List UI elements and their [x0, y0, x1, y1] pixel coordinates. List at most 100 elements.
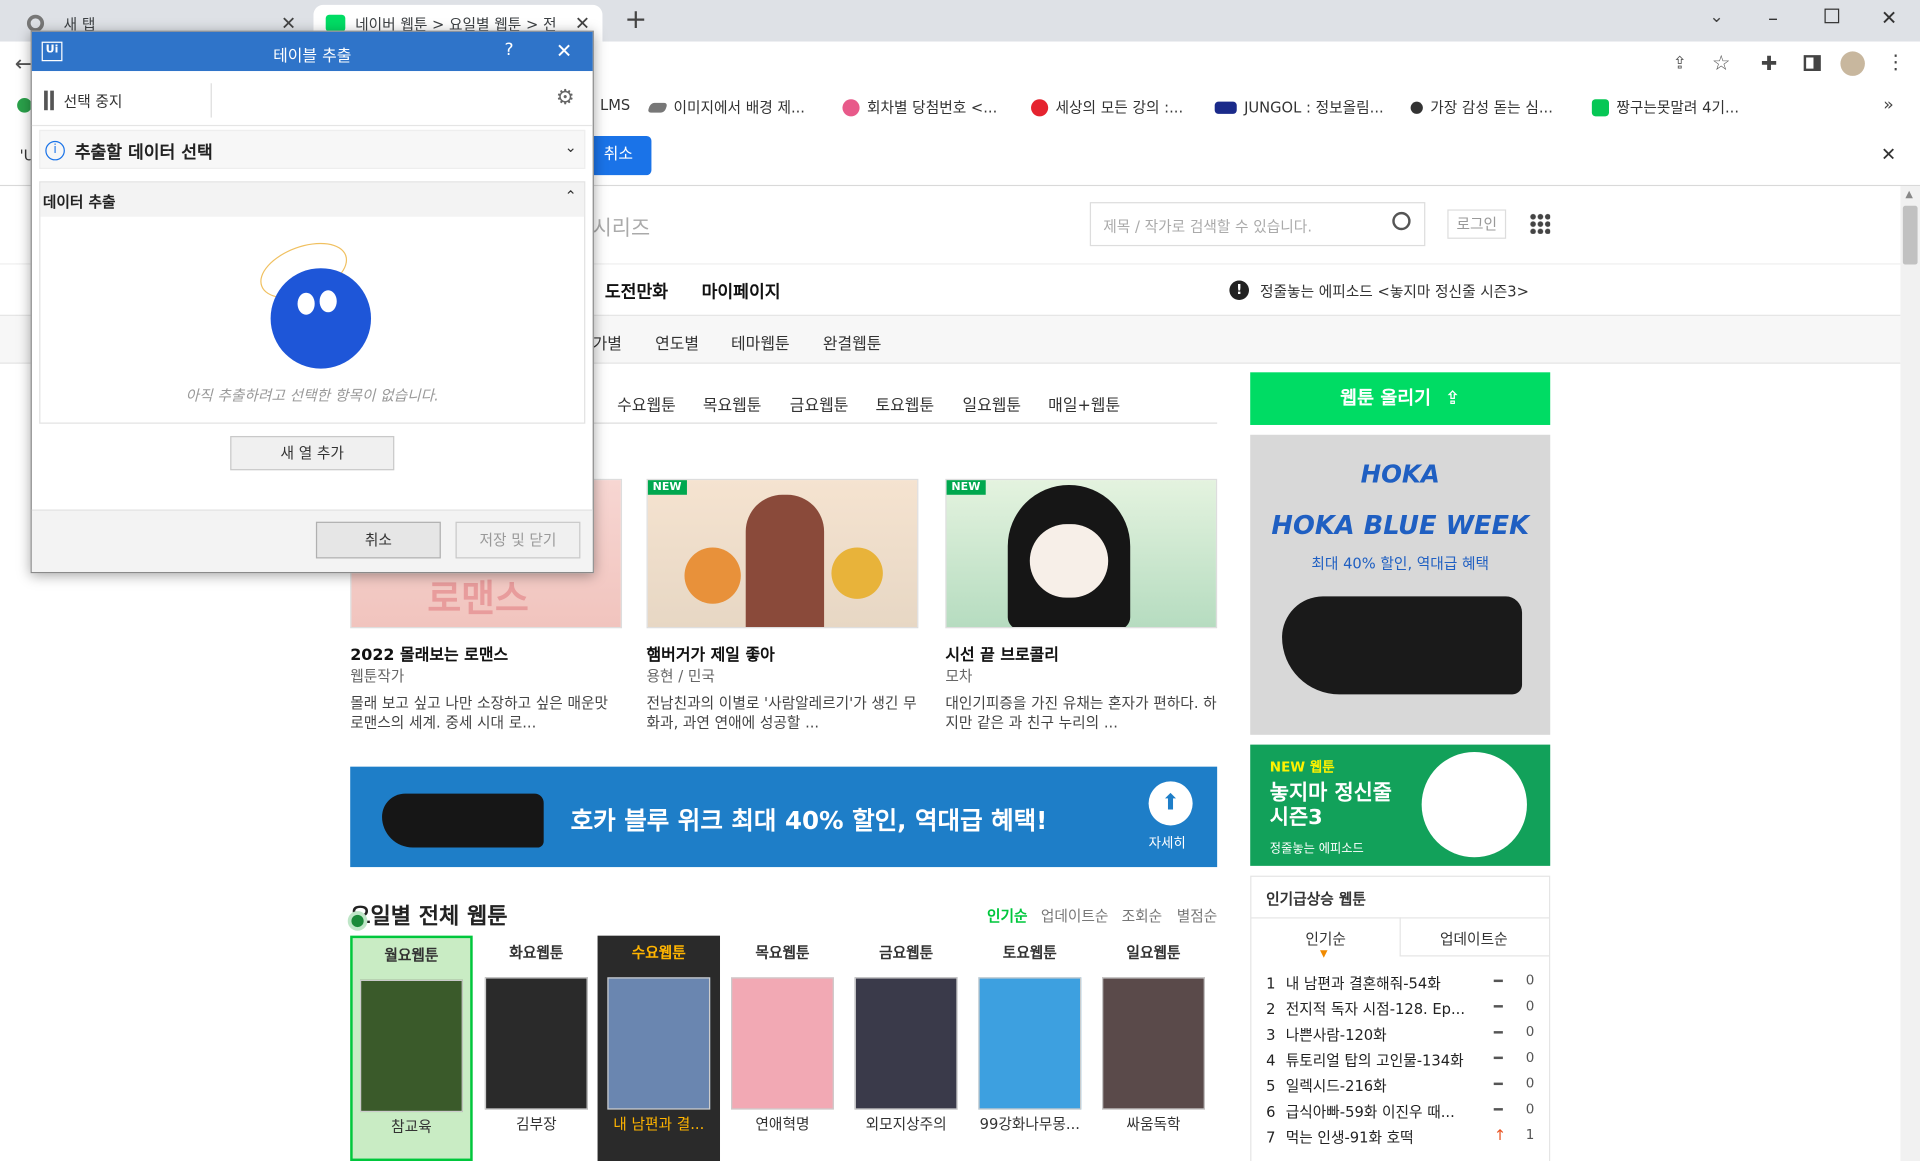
card-title[interactable]: 2022 몰래보는 로맨스: [350, 642, 508, 665]
search-icon[interactable]: [1392, 211, 1411, 231]
day-column-sun[interactable]: 일요웹툰 싸움독학: [1092, 936, 1214, 1161]
button-label: 선택 중지: [63, 92, 123, 110]
daytab-daily-plus[interactable]: 매일+웹툰: [1048, 392, 1120, 415]
card-title[interactable]: 햄버거가 제일 좋아: [647, 642, 775, 665]
scroll-thumb[interactable]: [1902, 205, 1918, 265]
dialog-title-bar[interactable]: Ui 테이블 추출 ? ✕: [31, 31, 593, 72]
sort-rating[interactable]: 별점순: [1177, 905, 1218, 926]
more-bookmarks-icon[interactable]: »: [1883, 96, 1894, 116]
daytab-thu[interactable]: 목요웹툰: [703, 392, 762, 415]
webtoon-thumbnail[interactable]: [484, 977, 588, 1110]
nav-challenge[interactable]: 도전만화: [605, 279, 668, 303]
notice-text[interactable]: 정줄놓는 에피소드 <놓지마 정신줄 시즌3>: [1260, 280, 1529, 301]
rank-change: 0: [1525, 1075, 1535, 1092]
day-column-wed[interactable]: 수요웹툰 내 남편과 결...: [597, 935, 721, 1161]
webtoon-title[interactable]: 참교육: [353, 1116, 471, 1137]
webtoon-thumbnail[interactable]: [731, 977, 834, 1110]
webtoon-title[interactable]: 김부장: [475, 1113, 597, 1134]
ad-banner[interactable]: 호카 블루 위크 최대 40% 할인, 역대급 혜택! ⬆ 자세히: [350, 766, 1218, 868]
ranking-item[interactable]: 3 나쁜사람-120화 ━ 0: [1266, 1024, 1548, 1046]
menu-icon[interactable]: ⋮: [1886, 50, 1906, 73]
search-box[interactable]: 제목 / 작가로 검색할 수 있습니다.: [1089, 202, 1426, 247]
ranking-item[interactable]: 7 먹는 인생-91화 호떡 ↑ 1: [1266, 1127, 1548, 1149]
daytab-wed[interactable]: 수요웹툰: [617, 392, 676, 415]
window-close-icon[interactable]: ✕: [1881, 6, 1897, 29]
bookmark-lectures[interactable]: 세상의 모든 강의 :...: [1031, 97, 1183, 118]
settings-gear-icon[interactable]: ⚙: [556, 86, 575, 110]
daytab-sat[interactable]: 토요웹툰: [876, 392, 935, 415]
bookmark-lms[interactable]: LMS: [600, 97, 630, 114]
upload-webtoon-button[interactable]: 웹툰 올리기 ⇪: [1250, 372, 1551, 425]
webtoon-title[interactable]: 싸움독학: [1092, 1113, 1214, 1134]
ranking-item[interactable]: 4 튜토리얼 탑의 고인물-134화 ━ 0: [1266, 1050, 1548, 1072]
webtoon-title[interactable]: 연애혁명: [721, 1113, 843, 1134]
webtoon-thumbnail[interactable]: [360, 979, 463, 1113]
page-scrollbar[interactable]: ▲: [1900, 186, 1920, 1161]
webtoon-title[interactable]: 내 남편과 결...: [598, 1113, 720, 1134]
ranking-item[interactable]: 2 전지적 독자 시점-128. Ep... ━ 0: [1266, 998, 1548, 1020]
webtoon-thumbnail[interactable]: [978, 977, 1082, 1110]
dialog-cancel-button[interactable]: 취소: [315, 521, 441, 559]
ranking-item[interactable]: 5 일렉시드-216화 ━ 0: [1266, 1075, 1548, 1097]
day-column-tue[interactable]: 화요웹툰 김부장: [475, 936, 597, 1161]
sidepanel-icon[interactable]: [1803, 55, 1821, 72]
apps-grid-icon[interactable]: [1529, 213, 1551, 234]
dialog-close-icon[interactable]: ✕: [556, 39, 572, 62]
restore-icon[interactable]: [1824, 8, 1840, 24]
ranking-item[interactable]: 6 급식아빠-59화 이진우 때... ━ 0: [1266, 1101, 1548, 1123]
webtoon-thumbnail[interactable]: [854, 977, 958, 1110]
share-icon[interactable]: ⇪: [1673, 54, 1687, 74]
infobar-close-icon[interactable]: ✕: [1881, 143, 1896, 165]
section-select-data[interactable]: i 추출할 데이터 선택 ⌄: [39, 129, 586, 170]
subnav-year[interactable]: 연도별: [655, 331, 699, 354]
webtoon-thumbnail[interactable]: [607, 977, 711, 1110]
scroll-up-icon[interactable]: ▲: [1905, 189, 1913, 200]
day-column-fri[interactable]: 금요웹툰 외모지상주의: [845, 936, 967, 1161]
extensions-icon[interactable]: ✚: [1761, 51, 1777, 74]
bookmark-jungol[interactable]: JUNGOL : 정보올림...: [1214, 97, 1384, 118]
subnav-theme[interactable]: 테마웹툰: [731, 331, 790, 354]
section-header[interactable]: 데이터 추출 ⌃: [40, 182, 585, 217]
hoka-ad[interactable]: HOKA HOKA BLUE WEEK 최대 40% 할인, 역대급 혜택: [1250, 434, 1551, 735]
promo-banner[interactable]: NEW 웹툰 놓지마 정신줄 시즌3 정줄놓는 에피소드: [1250, 744, 1551, 866]
save-and-close-button[interactable]: 저장 및 닫기: [455, 521, 581, 559]
card-thumbnail[interactable]: NEW: [945, 478, 1218, 629]
nav-mypage[interactable]: 마이페이지: [702, 279, 781, 303]
login-button[interactable]: 로그인: [1447, 209, 1507, 239]
bookmark-jjanggu[interactable]: 짱구는못말려 4기...: [1591, 97, 1739, 118]
series-link[interactable]: 시리즈: [593, 211, 650, 241]
daytab-sun[interactable]: 일요웹툰: [962, 392, 1021, 415]
webtoon-thumbnail[interactable]: [1102, 977, 1205, 1110]
bookmark-emotion[interactable]: 가장 감성 돋는 심...: [1410, 97, 1553, 118]
profile-avatar[interactable]: [1840, 51, 1865, 76]
sort-views[interactable]: 조회순: [1122, 905, 1163, 926]
bookmark-bg-remove[interactable]: 이미지에서 배경 제...: [647, 97, 805, 118]
help-icon[interactable]: ?: [504, 40, 513, 60]
day-column-thu[interactable]: 목요웹툰 연애혁명: [721, 936, 843, 1161]
daytab-fri[interactable]: 금요웹툰: [790, 392, 849, 415]
ranking-item[interactable]: 1 내 남편과 결혼해줘-54화 ━ 0: [1266, 972, 1548, 994]
day-column-mon[interactable]: 월요웹툰 참교육: [350, 935, 473, 1161]
search-input[interactable]: 제목 / 작가로 검색할 수 있습니다.: [1103, 216, 1312, 237]
subnav-finished[interactable]: 완결웹툰: [823, 331, 882, 354]
webtoon-favicon-icon: [325, 14, 346, 32]
banner-more-link[interactable]: 자세히: [1149, 833, 1186, 853]
ranking-tab-popular[interactable]: 인기순: [1305, 928, 1346, 949]
bookmark-lotto[interactable]: 회차별 당첨번호 <...: [842, 97, 997, 118]
card-thumbnail[interactable]: NEW: [646, 478, 919, 629]
minimize-icon[interactable]: –: [1768, 6, 1778, 29]
add-column-button[interactable]: 새 열 추가: [230, 435, 395, 471]
subnav-genre[interactable]: 가별: [593, 331, 622, 354]
stop-selection-button[interactable]: 선택 중지: [44, 88, 122, 112]
day-column-sat[interactable]: 토요웹툰 99강화나무몽...: [969, 936, 1091, 1161]
tab-search-icon[interactable]: ⌄: [1709, 7, 1723, 27]
bookmark-star-icon[interactable]: ☆: [1712, 51, 1731, 75]
new-tab-icon[interactable]: +: [624, 5, 647, 36]
ranking-tab-updated[interactable]: 업데이트순: [1440, 928, 1508, 949]
rank-change: 1: [1525, 1126, 1535, 1143]
sort-updated[interactable]: 업데이트순: [1041, 905, 1109, 926]
webtoon-title[interactable]: 99강화나무몽...: [969, 1113, 1091, 1134]
card-title[interactable]: 시선 끝 브로콜리: [945, 642, 1059, 665]
webtoon-title[interactable]: 외모지상주의: [845, 1113, 967, 1134]
sort-popular[interactable]: 인기순: [987, 905, 1028, 926]
